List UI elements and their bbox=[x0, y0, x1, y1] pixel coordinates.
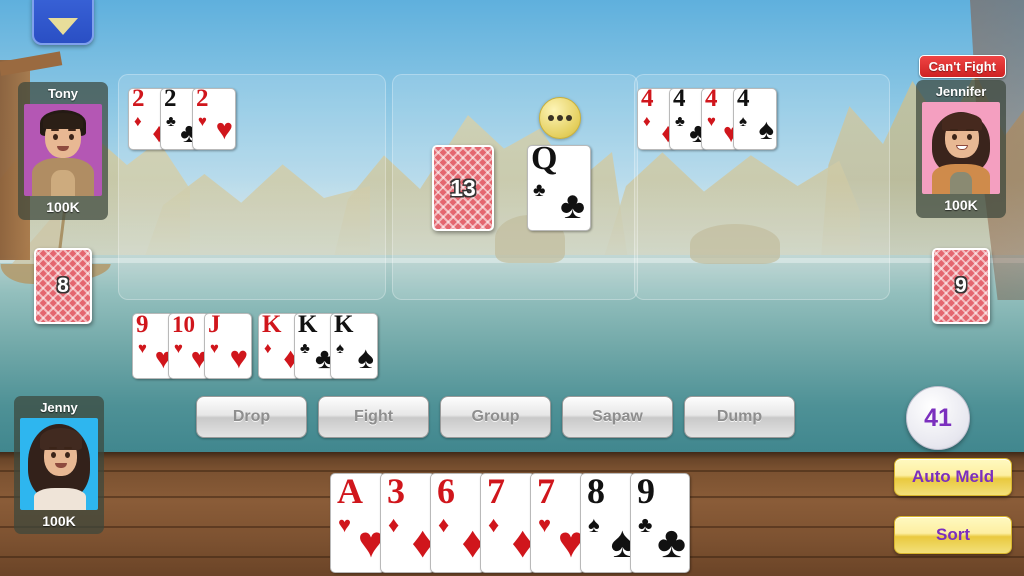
card-suit-small: ♥ bbox=[338, 512, 352, 537]
hand-card[interactable]: 3 ♦ ♦ bbox=[380, 473, 435, 573]
card-rank: K bbox=[298, 313, 318, 338]
drop-button[interactable]: Drop bbox=[196, 396, 307, 438]
dump-button[interactable]: Dump bbox=[684, 396, 795, 438]
card-suit-small: ♦ bbox=[488, 512, 500, 537]
player-name: Jenny bbox=[40, 400, 78, 415]
score-value: 41 bbox=[924, 403, 952, 432]
card-suit-large: ♠ bbox=[357, 340, 374, 375]
deck-left[interactable]: 8 bbox=[34, 248, 92, 324]
hand-card[interactable]: 7 ♥ ♥ bbox=[530, 473, 585, 573]
card-suit-large: ♥ bbox=[215, 114, 233, 146]
thinking-indicator-icon bbox=[539, 97, 581, 139]
card-suit-small: ♦ bbox=[134, 113, 142, 130]
card-suit-small: ♥ bbox=[538, 512, 552, 537]
deck-left-count: 8 bbox=[57, 274, 69, 297]
player-coins: 100K bbox=[944, 197, 978, 213]
card-suit-small: ♥ bbox=[174, 340, 183, 357]
player-coins: 100K bbox=[42, 513, 76, 529]
card-suit-small: ♥ bbox=[138, 340, 147, 357]
card-suit-small: ♣ bbox=[638, 512, 653, 537]
meld-card[interactable]: 4 ♠ ♠ bbox=[733, 88, 777, 150]
card-suit-small: ♥ bbox=[707, 113, 716, 130]
card-suit-small: ♦ bbox=[264, 340, 272, 357]
card-suit-large: ♥ bbox=[229, 340, 248, 375]
card-rank: 2 bbox=[196, 88, 209, 112]
score-badge: 41 bbox=[906, 386, 970, 450]
avatar bbox=[20, 418, 98, 510]
status-badge-cant-fight: Can't Fight bbox=[918, 55, 1006, 78]
group-button[interactable]: Group bbox=[440, 396, 551, 438]
game-screen: Tony 100K Can't Fight Jennifer 100K Jenn… bbox=[0, 0, 1024, 576]
sapaw-button[interactable]: Sapaw bbox=[562, 396, 673, 438]
card-rank: 7 bbox=[487, 473, 505, 511]
player-name: Jennifer bbox=[935, 84, 987, 99]
card-suit-large: ♣ bbox=[657, 518, 686, 567]
hand-card[interactable]: 9 ♣ ♣ bbox=[630, 473, 690, 573]
stock-pile[interactable]: 13 bbox=[432, 145, 494, 231]
card-rank: 7 bbox=[537, 473, 555, 511]
deck-right[interactable]: 9 bbox=[932, 248, 990, 324]
deck-edge bbox=[0, 452, 1024, 459]
card-suit-small: ♦ bbox=[388, 512, 400, 537]
card-rank: K bbox=[262, 313, 282, 338]
discard-pile-card[interactable]: Q ♣ ♣ bbox=[527, 145, 591, 231]
stock-count: 13 bbox=[450, 174, 476, 201]
card-suit-large: ♠ bbox=[758, 114, 774, 146]
player-coins: 100K bbox=[46, 199, 80, 215]
card-suit-small: ♥ bbox=[210, 340, 219, 357]
player-name: Tony bbox=[47, 86, 79, 101]
meld-card[interactable]: 2 ♥ ♥ bbox=[192, 88, 236, 150]
card-rank: 9 bbox=[637, 473, 655, 511]
card-rank: 2 bbox=[132, 88, 145, 112]
hand-card[interactable]: A ♥ ♥ bbox=[330, 473, 385, 573]
card-suit-large: ♣ bbox=[560, 185, 585, 227]
fight-button[interactable]: Fight bbox=[318, 396, 429, 438]
card-suit-small: ♣ bbox=[533, 180, 546, 201]
chevron-down-icon bbox=[48, 18, 78, 35]
card-rank: 3 bbox=[387, 473, 405, 511]
sort-button[interactable]: Sort bbox=[894, 516, 1012, 554]
card-suit-small: ♣ bbox=[166, 113, 176, 130]
card-rank: Q bbox=[531, 145, 558, 177]
avatar bbox=[922, 102, 1000, 194]
meld-card[interactable]: J ♥ ♥ bbox=[204, 313, 252, 379]
avatar bbox=[24, 104, 102, 196]
card-rank: 2 bbox=[164, 88, 177, 112]
menu-expand-button[interactable] bbox=[32, 0, 94, 45]
card-suit-small: ♠ bbox=[739, 113, 747, 130]
player-jennifer[interactable]: Jennifer 100K bbox=[916, 80, 1006, 218]
card-suit-small: ♥ bbox=[198, 113, 207, 130]
auto-meld-button[interactable]: Auto Meld bbox=[894, 458, 1012, 496]
deck-right-count: 9 bbox=[955, 274, 967, 297]
card-suit-small: ♦ bbox=[438, 512, 450, 537]
action-button-bar: Drop Fight Group Sapaw Dump bbox=[196, 396, 795, 438]
card-suit-small: ♣ bbox=[300, 340, 310, 357]
card-suit-small: ♠ bbox=[588, 512, 600, 537]
card-rank: 4 bbox=[641, 88, 654, 112]
card-suit-small: ♦ bbox=[643, 113, 651, 130]
card-rank: 8 bbox=[587, 473, 605, 511]
card-suit-small: ♣ bbox=[675, 113, 685, 130]
card-suit-small: ♠ bbox=[336, 340, 344, 357]
card-rank: 9 bbox=[136, 313, 149, 338]
card-rank: 6 bbox=[437, 473, 455, 511]
card-rank: 4 bbox=[705, 88, 718, 112]
meld-zone-center[interactable] bbox=[392, 74, 638, 300]
card-rank: 4 bbox=[737, 88, 750, 112]
hand-card[interactable]: 7 ♦ ♦ bbox=[480, 473, 535, 573]
meld-card[interactable]: K ♠ ♠ bbox=[330, 313, 378, 379]
hand-card[interactable]: 6 ♦ ♦ bbox=[430, 473, 485, 573]
card-rank: 4 bbox=[673, 88, 686, 112]
player-tony[interactable]: Tony 100K bbox=[18, 82, 108, 220]
player-jenny[interactable]: Jenny 100K bbox=[14, 396, 104, 534]
card-rank: A bbox=[337, 473, 363, 511]
card-rank: 10 bbox=[172, 313, 195, 337]
card-rank: K bbox=[334, 313, 354, 338]
card-rank: J bbox=[208, 313, 221, 338]
hand-card[interactable]: 8 ♠ ♠ bbox=[580, 473, 635, 573]
